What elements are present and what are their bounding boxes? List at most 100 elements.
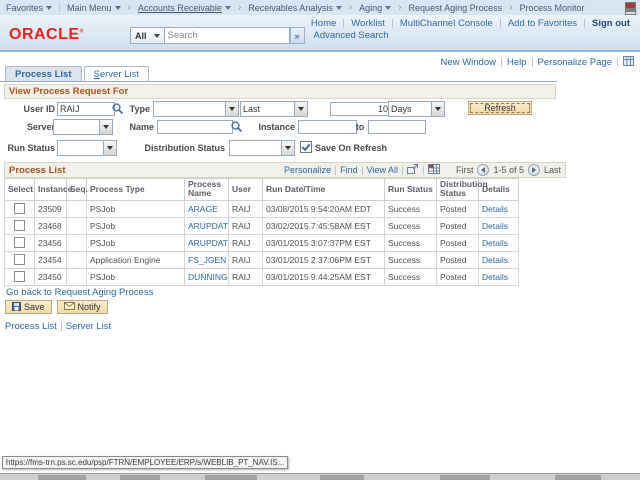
view-all-link[interactable]: View All <box>367 165 398 175</box>
chevron-down-icon <box>385 5 392 10</box>
separator <box>59 3 61 12</box>
cell-user: RAIJ <box>228 199 263 218</box>
personalize-link[interactable]: Personalize <box>284 165 331 175</box>
details-link[interactable]: Details <box>482 238 508 248</box>
breadcrumb-main-menu[interactable]: Main Menu <box>67 3 121 13</box>
last-select[interactable]: Last <box>240 101 308 117</box>
find-link[interactable]: Find <box>340 165 358 175</box>
details-link[interactable]: Details <box>482 272 508 282</box>
details-link[interactable]: Details <box>482 255 508 265</box>
help-link[interactable]: Help <box>507 57 527 68</box>
save-button[interactable]: Save <box>5 300 52 314</box>
user-id-input[interactable] <box>57 102 115 116</box>
breadcrumb-receivables-analysis[interactable]: Receivables Analysis <box>248 3 342 13</box>
name-input[interactable] <box>157 120 233 134</box>
pagination-first[interactable]: First <box>456 165 474 175</box>
status-url-tooltip: https://fms-trn.ps.sc.edu/psp/FTRN/EMPLO… <box>2 456 289 469</box>
days-count-input[interactable] <box>330 102 391 116</box>
new-window-link[interactable]: New Window <box>441 57 496 68</box>
table-row: 23454 Application Engine FS_JGEN RAIJ 03… <box>4 250 519 269</box>
cell-instance: 23454 <box>34 250 67 269</box>
cell-run-datetime: 03/01/2015 2:37:06PM EST <box>262 250 385 269</box>
separator <box>422 165 424 175</box>
zoom-popout-icon[interactable] <box>406 164 419 176</box>
multichannel-console-link[interactable]: MultiChannel Console <box>400 18 493 29</box>
notification-icon[interactable] <box>625 2 636 15</box>
separator <box>499 19 501 28</box>
bottom-tab-links: Process List Server List <box>5 321 111 332</box>
go-back-link[interactable]: Go back to Request Aging Process <box>6 287 153 298</box>
cell-process-type: PSJob <box>86 233 185 252</box>
dropdown-button <box>103 141 116 155</box>
row-select-checkbox[interactable] <box>14 220 25 232</box>
details-link[interactable]: Details <box>482 221 508 231</box>
cell-distribution-status: Posted <box>436 216 479 235</box>
row-select-checkbox[interactable] <box>14 271 25 283</box>
process-list-link[interactable]: Process List <box>5 321 57 332</box>
process-monitor-page: Favorites Main Menu Accounts Receivable … <box>0 0 640 480</box>
search-input[interactable] <box>164 27 290 44</box>
table-row: 23509 PSJob ARAGE RAIJ 03/08/2015 9:54:2… <box>4 199 519 218</box>
notify-button[interactable]: Notify <box>56 300 108 314</box>
breadcrumb-separator-icon <box>238 2 241 13</box>
next-page-button[interactable] <box>527 164 540 176</box>
server-label: Server <box>26 122 55 132</box>
cell-instance: 23456 <box>34 233 67 252</box>
process-table-body: 23509 PSJob ARAGE RAIJ 03/08/2015 9:54:2… <box>4 199 519 286</box>
save-on-refresh-checkbox[interactable] <box>300 141 312 153</box>
row-select-checkbox[interactable] <box>14 203 25 215</box>
separator <box>617 58 618 67</box>
chevron-down-icon <box>46 5 53 10</box>
process-name-link[interactable]: ARUPDATE <box>188 238 228 248</box>
cell-run-datetime: 03/01/2015 9:44:25AM EST <box>262 267 385 286</box>
server-select[interactable] <box>53 119 113 135</box>
refresh-button[interactable]: Refresh <box>468 101 532 115</box>
name-lookup-icon[interactable] <box>230 120 243 133</box>
previous-page-button[interactable] <box>477 164 490 176</box>
distribution-status-select[interactable] <box>229 140 295 156</box>
process-name-link[interactable]: ARUPDATE <box>188 221 228 231</box>
cell-distribution-status: Posted <box>436 233 479 252</box>
row-select-checkbox[interactable] <box>14 237 25 249</box>
pagination-last[interactable]: Last <box>544 165 561 175</box>
sign-out-link[interactable]: Sign out <box>592 18 630 29</box>
search-scope-select[interactable]: All <box>130 27 165 44</box>
details-link[interactable]: Details <box>482 204 508 214</box>
tab-server-list[interactable]: Server List <box>83 66 149 82</box>
add-to-favorites-link[interactable]: Add to Favorites <box>508 18 577 29</box>
advanced-search-link[interactable]: Advanced Search <box>314 30 389 41</box>
user-id-lookup-icon[interactable] <box>111 102 124 115</box>
search-go-button[interactable]: » <box>289 27 305 44</box>
type-select[interactable] <box>153 101 239 117</box>
days-unit-select[interactable]: Days <box>388 101 445 117</box>
cell-instance: 23450 <box>34 267 67 286</box>
cell-seq <box>66 199 87 218</box>
separator <box>584 19 585 28</box>
process-name-link[interactable]: ARAGE <box>188 204 218 214</box>
cell-process-type: PSJob <box>86 199 185 218</box>
grid-toolbar: Personalize Find View All First 1-5 of 5… <box>284 164 561 176</box>
instance-to-input[interactable] <box>368 120 426 134</box>
instance-from-input[interactable] <box>298 120 357 134</box>
run-status-select[interactable] <box>57 140 117 156</box>
taskbar-segment <box>120 475 160 480</box>
personalize-page-link[interactable]: Personalize Page <box>538 57 612 68</box>
row-select-checkbox[interactable] <box>14 254 25 266</box>
grid-layout-icon[interactable] <box>623 56 634 69</box>
page-header: ORACLE® Home Worklist MultiChannel Conso… <box>0 15 640 52</box>
cell-user: RAIJ <box>228 233 263 252</box>
tab-process-list[interactable]: Process List <box>5 66 82 82</box>
col-distribution-status: Distribution Status <box>436 178 488 201</box>
cell-distribution-status: Posted <box>436 267 479 286</box>
search-scope-value: All <box>135 30 147 41</box>
breadcrumb-accounts-receivable[interactable]: Accounts Receivable <box>138 3 231 13</box>
process-name-link[interactable]: FS_JGEN <box>188 255 226 265</box>
breadcrumb-request-aging-process[interactable]: Request Aging Process <box>409 3 503 13</box>
breadcrumb-favorites[interactable]: Favorites <box>6 3 53 13</box>
breadcrumb-aging[interactable]: Aging <box>359 3 392 13</box>
taskbar-segment <box>320 475 364 480</box>
server-list-link[interactable]: Server List <box>66 321 111 332</box>
process-name-link[interactable]: DUNNINGA <box>188 272 228 282</box>
download-grid-icon[interactable] <box>427 164 440 176</box>
process-list-gridbar: Process List Personalize Find View All F… <box>4 162 566 178</box>
